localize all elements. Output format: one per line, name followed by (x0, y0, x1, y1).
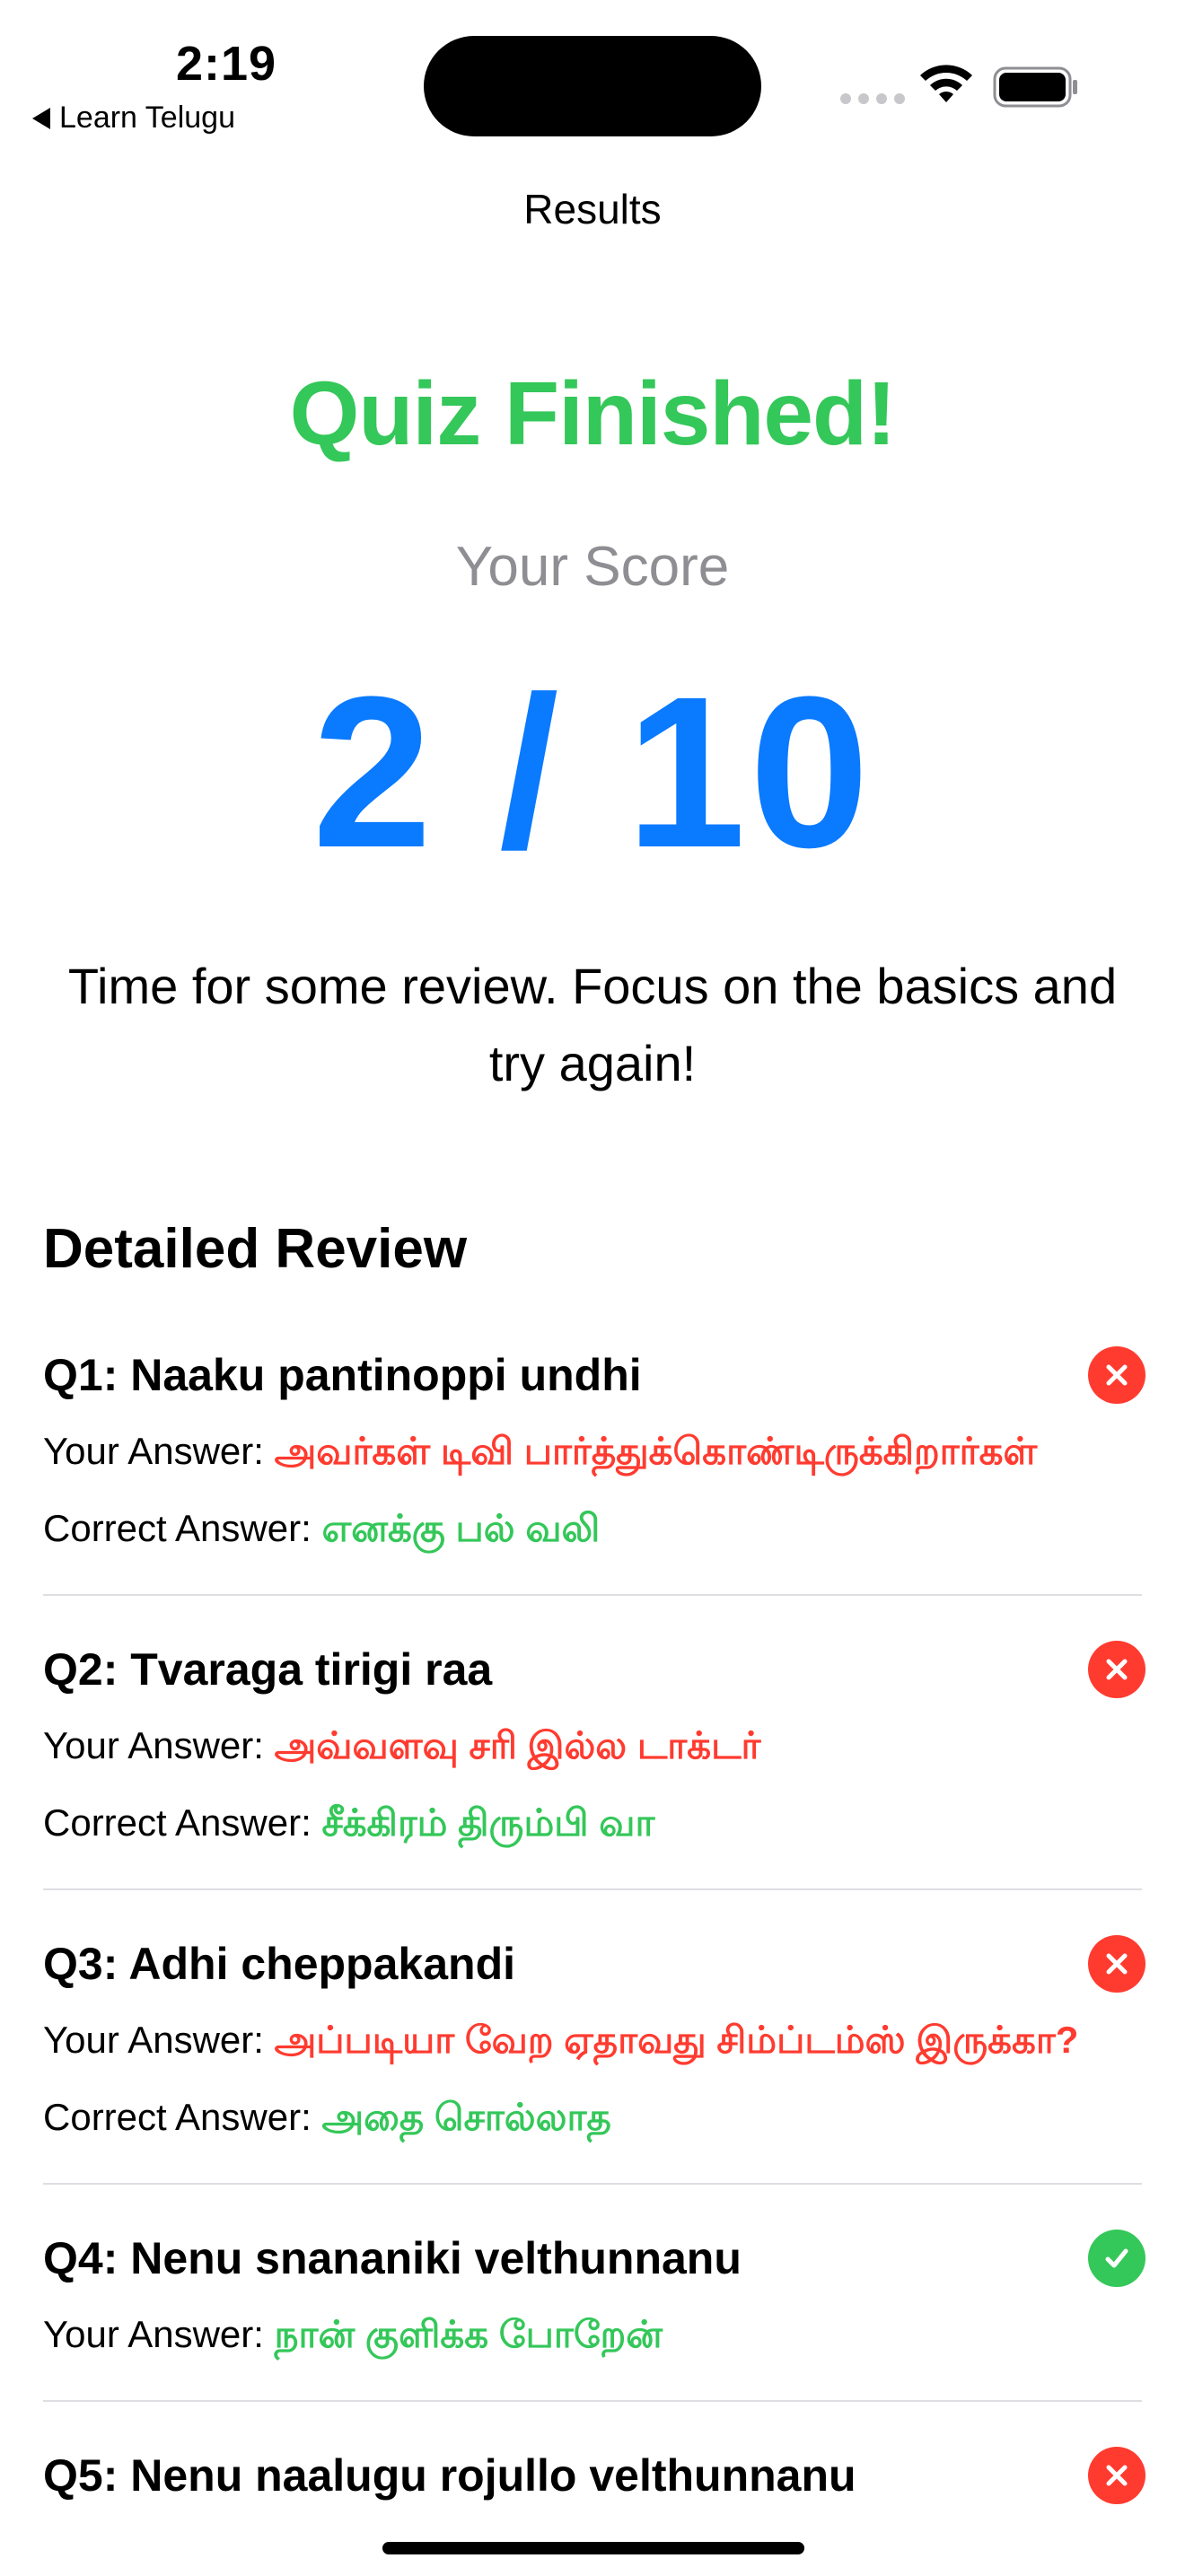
score-value: 2 / 10 (312, 652, 873, 892)
back-to-app-link[interactable]: Learn Telugu (32, 101, 235, 136)
correct-answer-line: Correct Answer: அதை சொல்லாத (43, 2079, 1142, 2156)
review-list: Q1: Naaku pantinoppi undhi Your Answer: … (43, 1337, 1146, 2576)
review-item: Q4: Nenu snananiki velthunnanu Your Answ… (43, 2221, 1146, 2402)
incorrect-x-icon (1088, 1346, 1146, 1404)
review-item: Q5: Nenu naalugu rojullo velthunnanu (43, 2438, 1146, 2540)
incorrect-x-icon (1088, 1641, 1146, 1698)
quiz-finished-heading: Quiz Finished! (289, 364, 897, 464)
incorrect-x-icon (1088, 1935, 1146, 1993)
your-answer-label: Your Answer: (43, 1724, 275, 1766)
your-answer-label: Your Answer: (43, 2313, 275, 2355)
your-answer-label: Your Answer: (43, 2019, 275, 2061)
back-link-label: Learn Telugu (59, 101, 235, 135)
your-answer-line: Your Answer: அவ்வளவு சரி இல்ல டாக்டர் (43, 1707, 1142, 1784)
review-item: Q3: Adhi cheppakandi Your Answer: அப்படி… (43, 1926, 1146, 2185)
battery-icon (993, 66, 1077, 108)
home-indicator[interactable] (382, 2542, 804, 2554)
correct-answer-value: சீக்கிரம் திரும்பி வா (321, 1801, 655, 1844)
score-message: Time for some review. Focus on the basic… (67, 958, 1118, 1091)
back-triangle-icon (32, 107, 50, 129)
cellular-signal-icon (840, 93, 905, 104)
dynamic-island (424, 36, 761, 136)
correct-answer-line: Correct Answer: எனக்கு பல் வலி (43, 1490, 1142, 1567)
question-text: Q1: Naaku pantinoppi undhi (43, 1350, 642, 1400)
review-item: Q2: Tvaraga tirigi raa Your Answer: அவ்வ… (43, 1632, 1146, 1890)
correct-answer-label: Correct Answer: (43, 2096, 322, 2138)
question-text: Q2: Tvaraga tirigi raa (43, 1644, 493, 1695)
incorrect-x-icon (1088, 2447, 1146, 2504)
question-text: Q3: Adhi cheppakandi (43, 1939, 516, 1989)
your-answer-value: நான் குளிக்க போறேன் (274, 2313, 663, 2355)
your-answer-value: அவர்கள் டிவி பார்த்துக்கொண்டிருக்கிறார்க… (274, 1430, 1038, 1472)
correct-answer-value: எனக்கு பல் வலி (321, 1507, 601, 1549)
detailed-review-heading: Detailed Review (43, 1218, 468, 1280)
your-answer-value: அப்படியா வேற ஏதாவது சிம்ப்டம்ஸ் இருக்கா? (274, 2019, 1079, 2061)
question-text: Q4: Nenu snananiki velthunnanu (43, 2233, 742, 2283)
correct-answer-value: அதை சொல்லாத (321, 2096, 611, 2138)
correct-answer-line: Correct Answer: சீக்கிரம் திரும்பி வா (43, 1784, 1142, 1862)
your-answer-value: அவ்வளவு சரி இல்ல டாக்டர் (274, 1724, 761, 1766)
your-answer-line: Your Answer: அவர்கள் டிவி பார்த்துக்கொண்… (43, 1413, 1142, 1490)
correct-answer-label: Correct Answer: (43, 1507, 322, 1549)
review-item: Q1: Naaku pantinoppi undhi Your Answer: … (43, 1337, 1146, 1596)
your-answer-label: Your Answer: (43, 1430, 275, 1472)
correct-checkmark-icon (1088, 2230, 1146, 2287)
your-answer-line: Your Answer: அப்படியா வேற ஏதாவது சிம்ப்ட… (43, 2002, 1142, 2079)
correct-answer-label: Correct Answer: (43, 1801, 322, 1844)
your-answer-line: Your Answer: நான் குளிக்க போறேன் (43, 2296, 1142, 2373)
score-label: Your Score (455, 536, 730, 598)
nav-title: Results (523, 186, 662, 232)
wifi-icon (920, 65, 972, 102)
status-time: 2:19 (176, 37, 277, 91)
question-text: Q5: Nenu naalugu rojullo velthunnanu (43, 2450, 856, 2501)
